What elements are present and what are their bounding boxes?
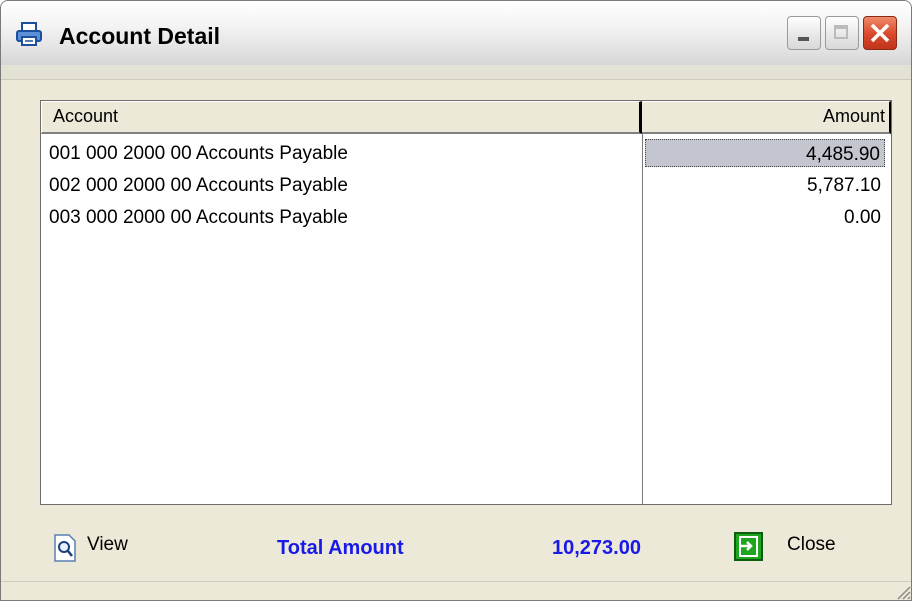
- view-button[interactable]: View: [87, 534, 128, 556]
- account-detail-window: Account Detail Account Amount 001 000 20…: [0, 0, 912, 601]
- printer-icon: [16, 22, 42, 46]
- list-row[interactable]: 001 000 2000 00 Accounts Payable 4,485.9…: [41, 137, 891, 169]
- window-title: Account Detail: [59, 23, 221, 49]
- account-cell: 001 000 2000 00 Accounts Payable: [49, 143, 348, 164]
- resize-grip-icon[interactable]: [895, 584, 911, 600]
- close-icon: [870, 23, 890, 43]
- minimize-button[interactable]: [787, 16, 821, 50]
- status-strip: [1, 581, 911, 600]
- account-list[interactable]: Account Amount 001 000 2000 00 Accounts …: [40, 100, 892, 505]
- close-window-button[interactable]: [863, 16, 897, 50]
- magnifier-icon[interactable]: [53, 534, 77, 562]
- close-button[interactable]: Close: [787, 534, 836, 556]
- amount-cell: 4,485.90: [645, 139, 885, 167]
- maximize-button[interactable]: [825, 16, 859, 50]
- total-amount-value: 10,273.00: [552, 537, 641, 559]
- account-cell: 003 000 2000 00 Accounts Payable: [49, 207, 348, 228]
- list-header: Account Amount: [41, 101, 891, 134]
- column-header-account[interactable]: Account: [41, 101, 642, 134]
- total-amount-label: Total Amount: [277, 537, 404, 559]
- account-cell: 002 000 2000 00 Accounts Payable: [49, 175, 348, 196]
- amount-cell: 0.00: [844, 207, 881, 228]
- column-header-amount[interactable]: Amount: [642, 101, 891, 134]
- exit-door-icon[interactable]: [734, 532, 763, 561]
- list-row[interactable]: 002 000 2000 00 Accounts Payable 5,787.1…: [41, 169, 891, 201]
- menu-strip: [1, 65, 911, 80]
- list-row[interactable]: 003 000 2000 00 Accounts Payable 0.00: [41, 201, 891, 233]
- title-bar[interactable]: Account Detail: [1, 1, 911, 66]
- amount-cell: 5,787.10: [807, 175, 881, 196]
